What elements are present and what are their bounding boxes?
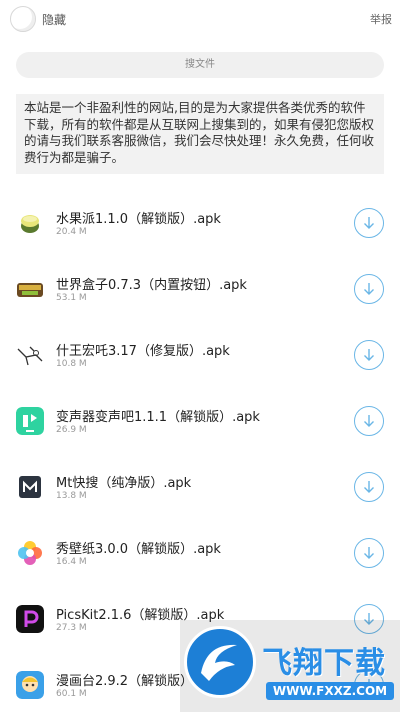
search-files-button[interactable]: 搜文件	[16, 52, 384, 78]
list-item[interactable]: 秀壁纸3.0.0（解锁版）.apk 16.4 M	[0, 520, 400, 586]
list-item[interactable]: 水果派1.1.0（解锁版）.apk 20.4 M	[0, 190, 400, 256]
list-item[interactable]: 世界盒子0.7.3（内置按钮）.apk 53.1 M	[0, 256, 400, 322]
avatar[interactable]	[10, 6, 36, 32]
download-icon	[364, 283, 374, 295]
download-icon	[364, 679, 374, 691]
download-icon	[364, 415, 374, 427]
list-item[interactable]: PicsKit2.1.6（解锁版）.apk 27.3 M	[0, 586, 400, 652]
fruit-icon	[16, 209, 44, 237]
manga-icon	[16, 671, 44, 699]
file-size: 13.8 M	[56, 491, 87, 501]
voice-changer-icon	[16, 407, 44, 435]
file-name: PicsKit2.1.6（解锁版）.apk	[56, 608, 225, 623]
list-item[interactable]: Mt快搜（纯净版）.apk 13.8 M	[0, 454, 400, 520]
sketch-figure-icon	[16, 341, 44, 369]
top-bar: 隐藏 举报	[0, 0, 400, 40]
file-name: 世界盒子0.7.3（内置按钮）.apk	[56, 278, 247, 293]
picskit-icon	[16, 605, 44, 633]
file-name: 什王宏吒3.17（修复版）.apk	[56, 344, 230, 359]
download-icon	[364, 217, 374, 229]
file-name: 水果派1.1.0（解锁版）.apk	[56, 212, 221, 227]
file-name: 变声器变声吧1.1.1（解锁版）.apk	[56, 410, 260, 425]
download-button[interactable]	[354, 604, 384, 634]
download-button[interactable]	[354, 538, 384, 568]
report-button[interactable]: 举报	[370, 11, 392, 27]
mt-search-icon	[16, 473, 44, 501]
file-size: 60.1 M	[56, 689, 87, 699]
file-size: 53.1 M	[56, 293, 87, 303]
download-button[interactable]	[354, 670, 384, 700]
download-button[interactable]	[354, 472, 384, 502]
file-size: 20.4 M	[56, 227, 87, 237]
file-list: 水果派1.1.0（解锁版）.apk 20.4 M 世界盒子0.7.3（内置按钮）…	[0, 190, 400, 712]
notice-box: 本站是一个非盈利性的网站,目的是为大家提供各类优秀的软件下载，所有的软件都是从互…	[16, 94, 384, 174]
file-name: 秀壁纸3.0.0（解锁版）.apk	[56, 542, 221, 557]
download-icon	[364, 481, 374, 493]
file-name: Mt快搜（纯净版）.apk	[56, 476, 192, 491]
file-size: 10.8 M	[56, 359, 87, 369]
file-size: 16.4 M	[56, 557, 87, 567]
file-size: 26.9 M	[56, 425, 87, 435]
file-name: 漫画台2.9.2（解锁版）	[56, 674, 194, 689]
page-title: 隐藏	[42, 13, 67, 27]
download-icon	[364, 613, 374, 625]
download-icon	[364, 349, 374, 361]
list-item[interactable]: 漫画台2.9.2（解锁版） 60.1 M	[0, 652, 400, 712]
worldbox-icon	[16, 275, 44, 303]
download-button[interactable]	[354, 340, 384, 370]
flower-icon	[16, 539, 44, 567]
download-icon	[364, 547, 374, 559]
list-item[interactable]: 什王宏吒3.17（修复版）.apk 10.8 M	[0, 322, 400, 388]
download-button[interactable]	[354, 208, 384, 238]
download-button[interactable]	[354, 406, 384, 436]
file-size: 27.3 M	[56, 623, 87, 633]
download-button[interactable]	[354, 274, 384, 304]
list-item[interactable]: 变声器变声吧1.1.1（解锁版）.apk 26.9 M	[0, 388, 400, 454]
